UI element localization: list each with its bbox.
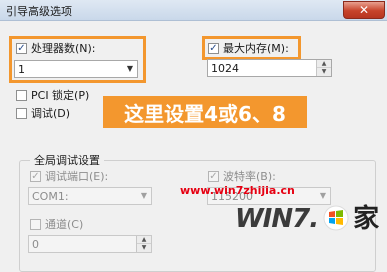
close-icon: ✕ [358, 3, 370, 17]
max-memory-spinner[interactable]: 1024 ▲ ▼ [207, 59, 332, 77]
annotation-text: 这里设置4或6、8 [124, 101, 286, 126]
spin-up-icon: ▲ [137, 236, 151, 244]
baud-checkbox-row: ✓ 波特率(B): [208, 169, 276, 183]
debug-port-value: COM1: [32, 189, 69, 203]
channel-spin-buttons: ▲ ▼ [136, 236, 151, 252]
debug-checkbox-row[interactable]: 调试(D) [16, 106, 70, 120]
channel-value: 0 [32, 237, 39, 251]
debug-port-checkbox: ✓ [30, 170, 41, 182]
baud-checkbox: ✓ [208, 170, 219, 182]
channel-label: 通道(C) [45, 218, 84, 231]
spin-down-icon: ▼ [141, 244, 147, 251]
logo-text: WIN7. [235, 204, 319, 234]
baud-label: 波特率(B): [223, 170, 276, 183]
debug-port-checkbox-row: ✓ 调试端口(E): [30, 169, 108, 183]
debug-checkbox[interactable] [16, 107, 27, 119]
max-memory-value[interactable]: 1024 [211, 62, 239, 75]
win7-logo: WIN7. 家 [235, 198, 379, 235]
channel-checkbox [30, 218, 41, 230]
close-button[interactable]: ✕ [343, 1, 385, 19]
windows-flag-icon [323, 205, 349, 231]
channel-spinner: 0 ▲ ▼ [28, 235, 152, 253]
spin-down-icon[interactable]: ▼ [317, 68, 331, 76]
debug-label: 调试(D) [31, 107, 71, 120]
chevron-down-icon: ▼ [140, 191, 147, 200]
global-debug-title: 全局调试设置 [30, 152, 104, 168]
channel-checkbox-row: 通道(C) [30, 217, 83, 231]
max-memory-highlight-box [202, 36, 301, 60]
pci-lock-checkbox[interactable] [16, 89, 27, 101]
title-bar: 引导高级选项 ✕ [0, 0, 387, 21]
debug-port-label: 调试端口(E): [45, 170, 109, 183]
max-memory-spin-buttons[interactable]: ▲ ▼ [316, 60, 331, 76]
processors-highlight-box [9, 36, 146, 83]
watermark-url: www.win7zhijia.cn [180, 184, 295, 197]
debug-port-dropdown: COM1: ▼ [28, 187, 152, 205]
annotation-callout: 这里设置4或6、8 [103, 96, 307, 128]
window-title: 引导高级选项 [6, 5, 72, 18]
spin-up-icon[interactable]: ▲ [317, 60, 331, 68]
logo-char: 家 [353, 204, 379, 234]
pci-lock-checkbox-row[interactable]: PCI 锁定(P) [16, 88, 89, 102]
pci-lock-label: PCI 锁定(P) [31, 89, 90, 102]
